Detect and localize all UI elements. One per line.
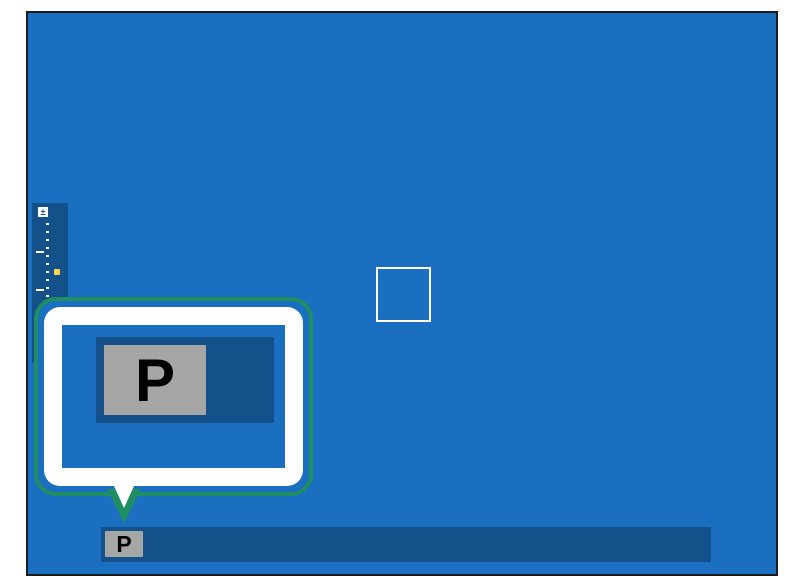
exposure-level-indicator: [54, 269, 60, 275]
callout-pointer-fill: [114, 486, 134, 508]
exposure-compensation-icon: ±: [38, 207, 48, 217]
callout-mode-band: P: [96, 337, 274, 423]
exposure-tick-marker: [36, 251, 44, 253]
bottom-info-bar: P: [101, 527, 711, 562]
exposure-tick-marker: [36, 289, 44, 291]
focus-frame: [376, 267, 431, 322]
callout-bubble: P: [34, 297, 313, 496]
shooting-mode-magnified: P: [104, 345, 206, 415]
shooting-mode-indicator: P: [105, 531, 143, 557]
